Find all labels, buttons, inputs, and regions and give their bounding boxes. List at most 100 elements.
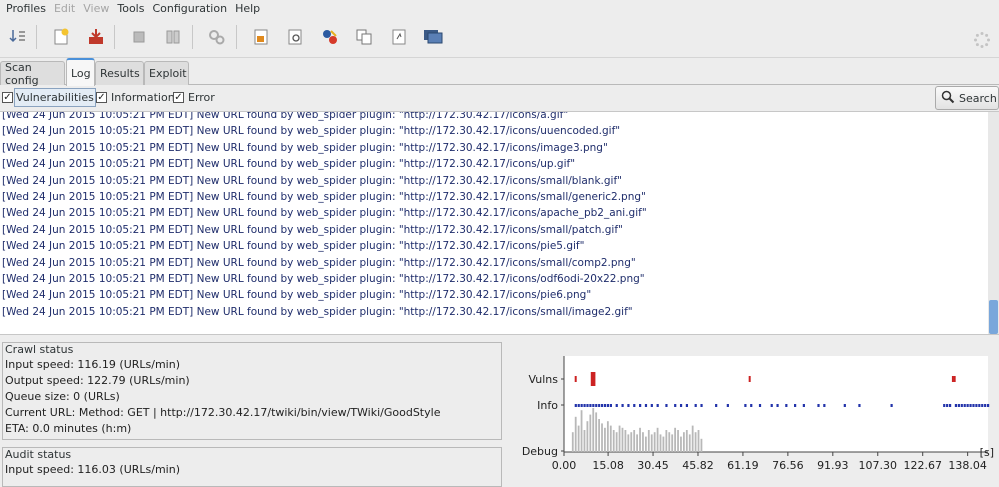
debug-bar: [671, 434, 674, 452]
menu-help[interactable]: Help: [233, 1, 266, 17]
x-tick-label: 107.30: [859, 459, 898, 472]
info-mark: [890, 404, 893, 407]
import-down-icon[interactable]: [6, 25, 30, 49]
debug-bar: [647, 430, 650, 452]
info-mark: [978, 404, 981, 407]
audit-status-title: Audit status: [5, 448, 72, 461]
debug-bar: [677, 430, 679, 452]
debug-bar: [674, 427, 677, 452]
menu-edit[interactable]: Edit: [52, 1, 81, 17]
info-mark: [948, 404, 952, 407]
log-line: [Wed 24 Jun 2015 10:05:21 PM EDT] New UR…: [2, 305, 633, 318]
menu-bar: Profiles Edit View Tools Configuration Help: [0, 0, 999, 17]
toolbar: [0, 17, 999, 58]
menu-configuration[interactable]: Configuration: [150, 1, 233, 17]
menu-tools[interactable]: Tools: [115, 1, 150, 17]
log-scrollbar[interactable]: [988, 112, 999, 334]
debug-bar: [595, 412, 598, 452]
compare-icon[interactable]: [352, 25, 376, 49]
info-mark: [609, 404, 612, 407]
debug-bar: [624, 430, 627, 452]
vulnerabilities-checkbox[interactable]: ✓: [2, 92, 13, 103]
x-tick-label: 138.04: [948, 459, 987, 472]
status-pane: Crawl status Input speed: 116.19 (URLs/m…: [0, 338, 508, 487]
x-tick-label: 76.56: [772, 459, 804, 472]
tab-log[interactable]: Log: [66, 58, 95, 86]
log-line: [Wed 24 Jun 2015 10:05:21 PM EDT] New UR…: [2, 190, 646, 203]
tab-exploit[interactable]: Exploit: [144, 61, 189, 85]
debug-bar: [659, 434, 662, 452]
info-mark: [954, 404, 958, 407]
debug-bar: [639, 427, 641, 452]
info-mark: [633, 404, 636, 407]
search-button[interactable]: Search: [935, 86, 999, 110]
new-profile-icon[interactable]: [49, 25, 73, 49]
info-mark: [679, 404, 683, 407]
debug-bar: [627, 434, 630, 452]
scan-timeline-graph: Vulns Info Debug 0.00 15.08 30.45 45.82 61.19 76…: [510, 338, 999, 477]
info-mark: [580, 404, 583, 407]
info-mark: [966, 404, 969, 407]
error-label: Error: [188, 91, 215, 104]
debug-bar: [586, 421, 589, 452]
debug-bar: [612, 430, 615, 452]
cluster-icon[interactable]: [421, 25, 445, 49]
save-profile-icon[interactable]: [84, 25, 108, 49]
info-mark: [650, 404, 653, 407]
log-line: [Wed 24 Jun 2015 10:05:21 PM EDT] New UR…: [2, 207, 647, 220]
debug-bar: [598, 419, 600, 452]
info-mark: [603, 404, 607, 407]
vuln-mark: [953, 376, 956, 382]
info-mark: [770, 404, 773, 407]
debug-bar: [606, 421, 609, 452]
menu-profiles[interactable]: Profiles: [4, 1, 52, 17]
info-mark: [621, 404, 624, 407]
x-tick-label: 122.67: [903, 459, 942, 472]
debug-bar: [697, 430, 700, 452]
vuln-mark: [748, 376, 751, 382]
vulnerabilities-label[interactable]: Vulnerabilities: [14, 88, 96, 107]
info-mark: [606, 404, 610, 407]
search-button-label: Search: [959, 91, 997, 105]
row-label-debug: Debug: [522, 445, 558, 458]
vuln-mark: [951, 376, 954, 382]
tab-label: Exploit: [149, 67, 187, 80]
error-checkbox[interactable]: ✓: [173, 92, 184, 103]
info-mark: [595, 404, 598, 407]
info-mark: [843, 404, 846, 407]
x-tick-label: 45.82: [682, 459, 714, 472]
fuzzy-request-icon[interactable]: [318, 25, 342, 49]
pause-icon[interactable]: [161, 25, 185, 49]
info-mark: [601, 404, 604, 407]
log-line: [Wed 24 Jun 2015 10:05:21 PM EDT] New UR…: [2, 158, 576, 171]
debug-bar: [691, 425, 694, 452]
stop-icon[interactable]: [127, 25, 151, 49]
info-mark: [574, 404, 577, 407]
log-view[interactable]: [Wed 24 Jun 2015 10:05:21 PM EDT] New UR…: [0, 111, 999, 335]
log-scrollbar-thumb[interactable]: [989, 300, 998, 334]
manual-request-icon[interactable]: [283, 25, 307, 49]
debug-bar: [653, 432, 656, 452]
information-checkbox[interactable]: ✓: [96, 92, 107, 103]
audit-status-lines: Input speed: 116.03 (URLs/min): [3, 462, 501, 478]
debug-bar: [656, 427, 659, 452]
encode-decode-icon[interactable]: [387, 25, 411, 49]
magnifier-icon: [941, 90, 955, 107]
settings-gears-icon[interactable]: [205, 25, 229, 49]
tab-label: Scan config: [5, 60, 39, 87]
tab-results[interactable]: Results: [95, 61, 144, 85]
debug-bar: [580, 410, 583, 452]
info-mark: [957, 404, 960, 407]
log-filter-bar: ✓ Vulnerabilities ✓ Information ✓ Error …: [0, 86, 999, 110]
information-label: Information: [111, 91, 175, 104]
tab-scan-config[interactable]: Scan config: [0, 60, 65, 87]
notebook-tabs: Scan config Log Results Exploit: [0, 58, 999, 87]
debug-bar: [685, 430, 688, 452]
debug-bar: [609, 425, 612, 452]
x-tick-label: 15.08: [592, 459, 624, 472]
debug-bar: [700, 438, 703, 452]
menu-view[interactable]: View: [81, 1, 115, 17]
debug-bar: [615, 432, 618, 452]
proxy-icon[interactable]: [249, 25, 273, 49]
timeline-chart: Vulns Info Debug0.00 15.08 30.45 45.82 61.19 76…: [522, 356, 994, 472]
